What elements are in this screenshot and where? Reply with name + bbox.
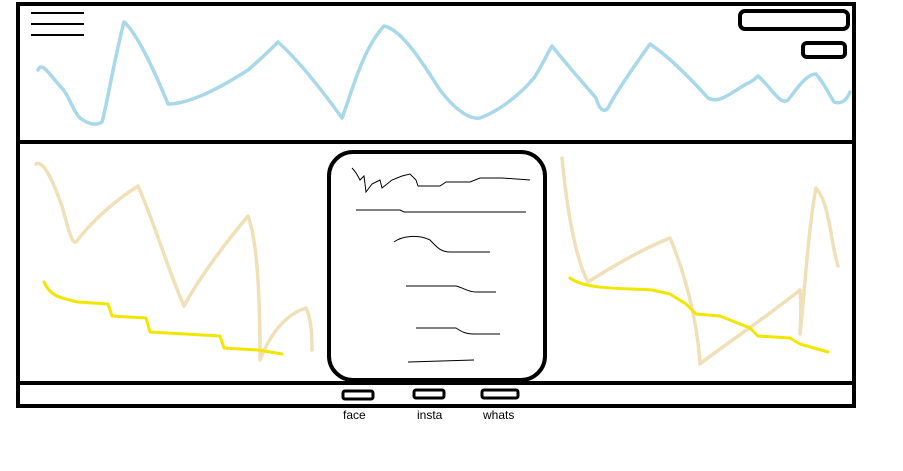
left-yellow-squiggle: [42, 280, 284, 356]
center-phone-panel: [327, 150, 547, 382]
wireframe-canvas: [16, 2, 856, 408]
panel-line-6: [407, 359, 475, 363]
whats-link-label: whats: [483, 408, 515, 422]
whats-button[interactable]: [480, 388, 520, 400]
face-button[interactable]: [341, 389, 375, 401]
right-squiggle-chart: [560, 156, 840, 366]
header-squiggle: [36, 20, 852, 126]
right-beige-squiggle: [560, 156, 840, 366]
insta-button[interactable]: [412, 388, 446, 400]
outer-frame: [16, 2, 856, 408]
panel-line-5: [416, 327, 500, 335]
header: [18, 8, 854, 144]
left-squiggle-chart: [34, 162, 314, 362]
insta-link-label: insta: [417, 408, 443, 422]
hamburger-menu-icon[interactable]: [28, 8, 88, 40]
face-link-label: face: [343, 408, 366, 422]
panel-line-3: [393, 235, 490, 253]
panel-line-1: [351, 167, 531, 194]
header-wide-button[interactable]: [738, 9, 850, 31]
header-small-button[interactable]: [801, 41, 847, 59]
panel-line-2: [356, 209, 526, 213]
left-beige-squiggle: [34, 162, 314, 362]
footer-bar: [341, 388, 520, 401]
panel-line-4: [406, 285, 496, 293]
main-content: [18, 150, 854, 385]
